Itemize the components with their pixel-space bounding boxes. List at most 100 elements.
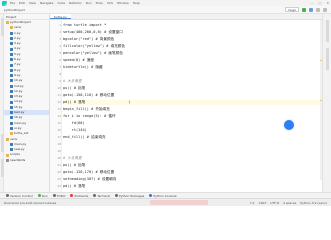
folder-icon bbox=[6, 153, 9, 157]
bottom-tool-label: Python Console bbox=[153, 193, 177, 198]
python-file-icon bbox=[10, 52, 13, 56]
python-file-icon bbox=[10, 68, 13, 72]
code-line[interactable]: # 大五角星 bbox=[63, 79, 82, 84]
bottom-tool-label: Python Packages bbox=[119, 193, 145, 198]
bottom-tool-tab[interactable]: TODO bbox=[52, 194, 65, 198]
code-line[interactable]: pencolor("yellow") # 画笔颜色 bbox=[63, 51, 123, 56]
code-area[interactable]: 1 from turtle import * 2 setup(400,200,0,0)… bbox=[57, 20, 322, 192]
python-file-icon bbox=[10, 31, 13, 35]
bottom-tool-tab[interactable]: Terminal bbox=[93, 194, 110, 198]
code-line[interactable]: begin_fill() # 开始填充 bbox=[63, 107, 110, 112]
run-configuration-select[interactable]: hugo bbox=[285, 7, 299, 12]
menu-item[interactable]: VCS bbox=[107, 1, 113, 5]
status-indicator[interactable]: CRLF bbox=[259, 201, 267, 205]
breadcrumb-project[interactable]: pythonProject bbox=[4, 8, 25, 12]
python-file-icon bbox=[10, 142, 13, 146]
line-number: 7 bbox=[59, 65, 61, 69]
run-icon[interactable] bbox=[302, 7, 306, 12]
bottom-tool-tab[interactable]: Problems bbox=[70, 194, 88, 198]
tool-window-icon bbox=[37, 194, 41, 197]
bottom-tool-tab[interactable]: Run bbox=[37, 194, 48, 198]
bottom-tool-tab[interactable]: Python Console bbox=[149, 193, 177, 198]
status-indicator[interactable]: UTF-8 bbox=[270, 201, 279, 205]
menu-item[interactable]: Run bbox=[86, 1, 92, 5]
python-file-icon bbox=[10, 105, 13, 109]
status-indicator[interactable]: 4 spaces bbox=[283, 201, 296, 205]
project-tree: pythonProject venv 1.py 2.py 3.py 4.py 5.py 6.p… bbox=[4, 20, 49, 163]
python-file-icon bbox=[10, 90, 13, 93]
floating-assistant-button[interactable] bbox=[284, 120, 294, 130]
code-line[interactable]: bgcolor("red") # 背景颜色 bbox=[63, 37, 114, 42]
code-line[interactable]: pu() # 抬笔 bbox=[63, 163, 85, 168]
status-indicators: 7:1 CRLF UTF-8 4 spaces Python 3.9 (venv) bbox=[250, 201, 327, 205]
bottom-tool-label: Terminal bbox=[97, 193, 110, 198]
code-line[interactable]: from turtle import * bbox=[63, 23, 106, 28]
line-number: 9 bbox=[59, 79, 61, 83]
folder-icon bbox=[10, 26, 13, 30]
maximize-button[interactable]: □ bbox=[319, 1, 322, 5]
code-line[interactable]: hideturtle() # 隐藏 bbox=[63, 65, 103, 70]
line-number: 20 bbox=[57, 156, 61, 160]
menu-item[interactable]: Code bbox=[57, 1, 65, 5]
python-file-icon bbox=[10, 148, 13, 152]
python-file-icon bbox=[10, 111, 13, 115]
search-icon[interactable] bbox=[316, 7, 320, 12]
bottom-tool-tab[interactable]: Python Packages bbox=[115, 194, 144, 198]
status-indicator[interactable]: Python 3.9 (venv) bbox=[300, 201, 327, 205]
python-file-icon bbox=[10, 84, 13, 88]
python-file-icon bbox=[10, 121, 13, 125]
line-number: 15 bbox=[57, 121, 61, 125]
code-line[interactable]: for i in range(5): # 循环 bbox=[63, 114, 116, 119]
menu-item[interactable]: Help bbox=[133, 1, 140, 5]
bottom-tool-label: Version Control bbox=[10, 193, 33, 198]
line-number: 17 bbox=[57, 135, 61, 139]
close-button[interactable]: ✕ bbox=[326, 1, 329, 5]
settings-icon[interactable] bbox=[323, 7, 327, 12]
code-line[interactable]: goto(-150,110) # 移动位置 bbox=[63, 93, 114, 98]
line-number: 18 bbox=[57, 142, 61, 146]
code-line[interactable]: pd() # 落笔 ) bbox=[63, 100, 322, 105]
code-line[interactable]: end_fill() # 结束填充 bbox=[63, 135, 106, 140]
folder-icon bbox=[6, 137, 9, 141]
pycharm-logo-icon bbox=[2, 0, 7, 6]
status-message[interactable]: Download pre-built shared indexes bbox=[4, 201, 56, 205]
tree-item[interactable]: openSkills bbox=[4, 158, 49, 163]
status-highlight bbox=[150, 200, 208, 205]
right-tool-strip bbox=[322, 14, 331, 192]
line-number: 4 bbox=[59, 44, 61, 48]
menu-item[interactable]: Navigate bbox=[40, 1, 53, 5]
code-line[interactable]: pd() # 落笔 bbox=[63, 184, 85, 189]
code-line[interactable]: pu() # 抬笔 bbox=[63, 86, 85, 91]
menu-item[interactable]: View bbox=[29, 1, 36, 5]
bottom-tool-tab[interactable]: Version Control bbox=[6, 194, 33, 198]
line-number: 3 bbox=[59, 37, 61, 41]
code-line[interactable]: fillcolor("yellow") # 填充颜色 bbox=[63, 44, 125, 49]
minimize-button[interactable]: — bbox=[311, 1, 314, 5]
debug-icon[interactable] bbox=[309, 7, 313, 12]
line-number: 1 bbox=[59, 23, 61, 27]
code-line[interactable]: # 小五角星 bbox=[63, 156, 82, 161]
python-file-icon bbox=[10, 37, 13, 41]
navigation-toolbar: pythonProject hugo bbox=[0, 6, 331, 14]
menu-item[interactable]: Window bbox=[117, 1, 129, 5]
python-file-icon bbox=[10, 116, 13, 120]
menu-item[interactable]: Edit bbox=[19, 1, 25, 5]
python-file-icon bbox=[10, 42, 13, 46]
sciview-tool-tab[interactable] bbox=[326, 48, 329, 70]
python-file-icon bbox=[10, 95, 13, 99]
editor-tab[interactable]: turtle.py bbox=[50, 14, 71, 19]
code-line[interactable]: rt(144) bbox=[63, 128, 87, 133]
code-line[interactable]: speed(0) # 速度 bbox=[63, 58, 94, 63]
line-number: 19 bbox=[57, 149, 61, 153]
code-line[interactable]: fd(60) bbox=[63, 121, 85, 126]
status-indicator[interactable]: 7:1 bbox=[250, 201, 255, 205]
menu-item[interactable]: Tools bbox=[95, 1, 102, 5]
code-line[interactable]: setup(400,200,0,0) # 设置窗口 bbox=[63, 30, 123, 35]
menu-item[interactable]: File bbox=[10, 1, 15, 5]
tool-window-icon bbox=[149, 194, 153, 197]
project-panel: Project pythonProject venv 1.py 2.py 3.py 4.p… bbox=[4, 14, 50, 192]
menu-item[interactable]: Refactor bbox=[69, 1, 82, 5]
code-line[interactable]: setheading(307) # 设置朝向 bbox=[63, 177, 116, 182]
code-line[interactable]: goto(-120,170) # 移动位置 bbox=[63, 170, 114, 175]
database-tool-tab[interactable] bbox=[326, 20, 329, 42]
